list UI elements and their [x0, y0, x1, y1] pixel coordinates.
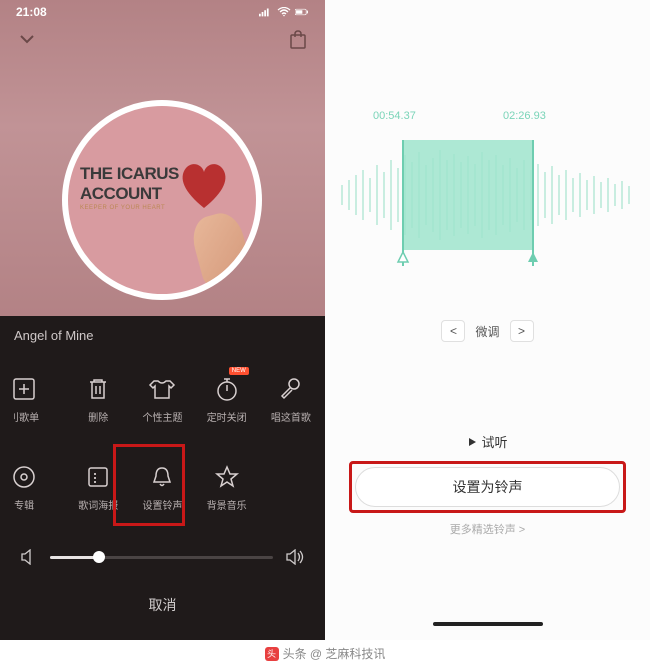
- watermark-icon: 头: [265, 647, 279, 661]
- action-bgm[interactable]: 背景音乐: [195, 449, 259, 525]
- action-sing[interactable]: 唱这首歌: [259, 361, 323, 437]
- fine-tune-row: < 微调 >: [325, 320, 650, 342]
- action-theme[interactable]: 个性主题: [130, 361, 194, 437]
- heart-icon: [174, 156, 234, 216]
- fine-tune-next[interactable]: >: [510, 320, 534, 342]
- action-delete[interactable]: 删除: [66, 361, 130, 437]
- action-set-ringtone[interactable]: 设置铃声: [130, 449, 194, 525]
- album-area: 21:08 THE ICARUS ACCOUNT KEEPER OF YOUR …: [0, 0, 325, 316]
- status-bar: 21:08: [0, 0, 325, 24]
- trim-handle-end[interactable]: [526, 250, 540, 264]
- album-art: THE ICARUS ACCOUNT KEEPER OF YOUR HEART: [62, 100, 262, 300]
- preview-button[interactable]: 试听: [325, 432, 650, 451]
- action-sheet: Angel of Mine 刂歌单 删除 个性主题 NEW 定时关闭: [0, 316, 325, 640]
- action-row-1: 刂歌单 删除 个性主题 NEW 定时关闭 唱这首歌: [0, 355, 325, 443]
- volume-slider[interactable]: [50, 556, 273, 559]
- trim-handle-start[interactable]: [396, 250, 410, 264]
- cancel-button[interactable]: 取消: [0, 573, 325, 625]
- ringtone-trim-screen: 00:54.37 02:26.93 < 微调 > 试听 设置为铃声: [325, 0, 650, 640]
- bag-icon[interactable]: [289, 30, 307, 50]
- trash-icon: [84, 375, 112, 403]
- trim-area: 00:54.37 02:26.93: [325, 110, 650, 310]
- trim-handle-start-line: [402, 140, 404, 266]
- trim-selection[interactable]: [403, 140, 533, 250]
- signal-icon: [259, 7, 273, 17]
- volume-low-icon: [20, 549, 38, 565]
- bell-icon: [148, 463, 176, 491]
- wifi-icon: [277, 7, 291, 17]
- playlist-add-icon: [10, 375, 38, 403]
- lyric-icon: [84, 463, 112, 491]
- hand-graphic: [188, 209, 254, 290]
- music-player-screen: 21:08 THE ICARUS ACCOUNT KEEPER OF YOUR …: [0, 0, 325, 640]
- volume-row: [0, 531, 325, 573]
- mic-icon: [277, 375, 305, 403]
- status-time: 21:08: [16, 5, 47, 19]
- disc-icon: [10, 463, 38, 491]
- tshirt-icon: [148, 375, 176, 403]
- song-title: Angel of Mine: [0, 316, 325, 355]
- timer-icon: [213, 375, 241, 403]
- watermark: 头 头条 @ 芝麻科技讯: [0, 645, 650, 662]
- trim-handle-end-line: [532, 140, 534, 266]
- star-icon: [213, 463, 241, 491]
- battery-icon: [295, 7, 309, 17]
- new-badge: NEW: [229, 367, 249, 375]
- action-playlist[interactable]: 刂歌单: [0, 361, 66, 437]
- action-timer[interactable]: NEW 定时关闭: [195, 361, 259, 437]
- trim-start-time: 00:54.37: [373, 110, 416, 122]
- action-lyric-poster[interactable]: 歌词海报: [66, 449, 130, 525]
- trim-end-time: 02:26.93: [503, 110, 546, 122]
- chevron-down-icon[interactable]: [18, 30, 36, 48]
- home-indicator[interactable]: [433, 622, 543, 626]
- more-ringtones-link[interactable]: 更多精选铃声 >: [325, 521, 650, 537]
- fine-tune-label: 微调: [471, 323, 503, 340]
- action-row-2: 专辑 歌词海报 设置铃声 背景音乐: [0, 443, 325, 531]
- fine-tune-prev[interactable]: <: [441, 320, 465, 342]
- play-icon: [467, 437, 477, 447]
- volume-high-icon: [285, 549, 305, 565]
- highlight-set-ringtone: [349, 461, 626, 513]
- action-album[interactable]: 专辑: [0, 449, 66, 525]
